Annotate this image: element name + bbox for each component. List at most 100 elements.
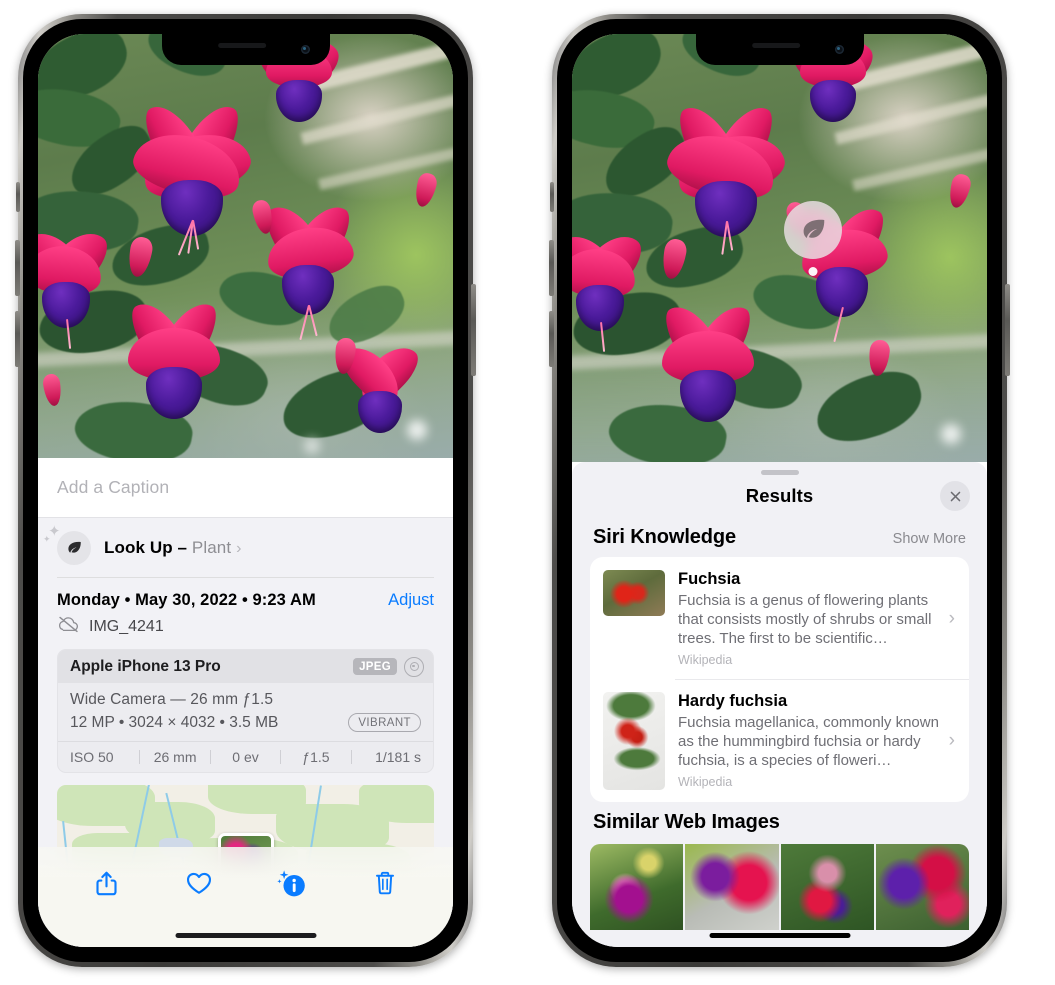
close-icon — [950, 491, 960, 501]
metadata-left: Monday • May 30, 2022 • 9:23 AM IMG_4241 — [57, 591, 388, 638]
left-phone-screen: Add a Caption ✦ ✦ Look Up – Plant › Mond… — [38, 34, 453, 947]
front-camera-icon — [300, 45, 310, 54]
photo-date: Monday • May 30, 2022 • 9:23 AM — [57, 591, 316, 609]
photo-filename: IMG_4241 — [89, 617, 164, 635]
adjust-button[interactable]: Adjust — [388, 591, 434, 610]
look-up-title: Look Up — [104, 538, 173, 557]
photo-info-sheet: Add a Caption ✦ ✦ Look Up – Plant › Mond… — [38, 458, 453, 947]
photo-viewer[interactable] — [38, 34, 453, 458]
chevron-right-icon: › — [236, 540, 242, 557]
info-sparkle-icon — [277, 870, 305, 897]
home-indicator[interactable] — [709, 933, 850, 938]
chevron-right-icon: › — [948, 730, 955, 752]
knowledge-text: Fuchsia Fuchsia is a genus of flowering … — [665, 570, 949, 667]
file-info: 12 MP • 3024 × 4032 • 3.5 MB — [70, 713, 279, 731]
left-phone-bezel: Add a Caption ✦ ✦ Look Up – Plant › Mond… — [23, 19, 468, 962]
power-button[interactable] — [1005, 284, 1010, 376]
close-button[interactable] — [940, 481, 970, 511]
section-title: Siri Knowledge — [593, 526, 737, 548]
look-up-row[interactable]: ✦ ✦ Look Up – Plant › — [38, 518, 453, 578]
trash-icon — [375, 871, 394, 895]
stat-focal-length: 26 mm — [153, 749, 197, 765]
right-phone-device: Results Siri Knowledge Show More Fuchsia… — [549, 14, 1010, 967]
mute-switch[interactable] — [16, 182, 20, 212]
file-info-row: 12 MP • 3024 × 4032 • 3.5 MB VIBRANT — [70, 713, 421, 732]
similar-web-images-header: Similar Web Images — [572, 802, 987, 842]
photo-viewer[interactable] — [572, 34, 987, 462]
photo-content — [38, 34, 453, 458]
bokeh-highlight — [940, 423, 961, 444]
look-up-label: Look Up – Plant › — [104, 538, 242, 558]
right-phone-bezel: Results Siri Knowledge Show More Fuchsia… — [557, 19, 1002, 962]
info-button[interactable] — [270, 861, 314, 905]
camera-info-body: Wide Camera — 26 mm ƒ1.5 12 MP • 3024 × … — [58, 683, 433, 741]
share-icon — [96, 871, 117, 895]
bokeh-highlight — [406, 420, 427, 440]
right-phone-screen: Results Siri Knowledge Show More Fuchsia… — [572, 34, 987, 947]
photo-toolbar — [38, 847, 453, 947]
earpiece-speaker — [751, 43, 800, 48]
photo-filename-row: IMG_4241 — [57, 615, 388, 638]
stat-exposure-value: 0 ev — [232, 749, 259, 765]
web-image-thumbnail[interactable] — [590, 844, 684, 931]
web-image-thumbnail[interactable] — [685, 844, 779, 931]
results-title: Results — [745, 485, 814, 506]
home-indicator[interactable] — [175, 933, 316, 938]
knowledge-source: Wikipedia — [678, 775, 733, 790]
visual-lookup-leaf-badge[interactable] — [784, 201, 842, 259]
siri-knowledge-header: Siri Knowledge Show More — [572, 517, 987, 557]
photo-metadata: Monday • May 30, 2022 • 9:23 AM IMG_4241… — [38, 578, 453, 638]
delete-button[interactable] — [363, 861, 407, 905]
caption-input[interactable]: Add a Caption — [38, 458, 453, 518]
knowledge-description: Fuchsia magellanica, commonly known as t… — [678, 714, 939, 770]
similar-web-images-strip[interactable] — [572, 844, 987, 931]
heart-icon — [187, 872, 212, 894]
cloud-slash-icon — [57, 615, 80, 638]
knowledge-item[interactable]: Hardy fuchsia Fuchsia magellanica, commo… — [590, 679, 969, 802]
power-button[interactable] — [471, 284, 476, 376]
volume-up-button[interactable] — [549, 240, 554, 296]
web-image-thumbnail[interactable] — [780, 844, 874, 931]
leaf-icon: ✦ ✦ — [43, 524, 91, 565]
photographic-style-badge: VIBRANT — [348, 713, 421, 732]
stat-iso: ISO 50 — [70, 749, 114, 765]
share-button[interactable] — [84, 861, 128, 905]
knowledge-thumbnail — [603, 692, 665, 791]
knowledge-text: Hardy fuchsia Fuchsia magellanica, commo… — [665, 692, 949, 789]
caption-placeholder-text: Add a Caption — [57, 477, 170, 497]
knowledge-item[interactable]: Fuchsia Fuchsia is a genus of flowering … — [590, 557, 969, 679]
web-image-thumbnail[interactable] — [875, 844, 969, 931]
sparkle-icon: ✦ — [43, 534, 51, 544]
results-header: Results — [572, 475, 987, 517]
earpiece-speaker — [217, 43, 266, 48]
camera-info-header: Apple iPhone 13 Pro JPEG — [58, 650, 433, 683]
look-up-subject: Plant — [191, 538, 232, 557]
knowledge-title: Hardy fuchsia — [678, 692, 788, 711]
look-up-dash: – — [172, 538, 192, 557]
left-phone-device: Add a Caption ✦ ✦ Look Up – Plant › Mond… — [15, 14, 476, 967]
exposure-stats: ISO 50 26 mm 0 ev ƒ1.5 1/181 s — [58, 741, 433, 772]
photo-content — [572, 34, 987, 462]
knowledge-source: Wikipedia — [678, 653, 733, 668]
mute-switch[interactable] — [550, 182, 554, 212]
show-more-button[interactable]: Show More — [893, 531, 966, 547]
knowledge-description: Fuchsia is a genus of flowering plants t… — [678, 592, 932, 648]
volume-up-button[interactable] — [15, 240, 20, 296]
results-sheet: Results Siri Knowledge Show More Fuchsia… — [572, 462, 987, 947]
knowledge-card: Fuchsia Fuchsia is a genus of flowering … — [590, 557, 969, 803]
format-badge: JPEG — [353, 658, 397, 675]
favorite-button[interactable] — [177, 861, 221, 905]
camera-device-name: Apple iPhone 13 Pro — [70, 657, 221, 675]
stat-shutter-speed: 1/181 s — [375, 749, 422, 765]
stat-aperture: ƒ1.5 — [302, 749, 330, 765]
front-camera-icon — [834, 45, 844, 54]
knowledge-thumbnail — [603, 570, 665, 616]
knowledge-title: Fuchsia — [678, 570, 741, 588]
section-title: Similar Web Images — [593, 811, 780, 834]
notch — [695, 34, 864, 65]
volume-down-button[interactable] — [15, 311, 20, 367]
camera-info-card[interactable]: Apple iPhone 13 Pro JPEG Wide Camera — 2… — [57, 649, 434, 773]
aperture-icon — [404, 656, 424, 677]
bokeh-highlight — [303, 438, 320, 455]
volume-down-button[interactable] — [549, 311, 554, 367]
